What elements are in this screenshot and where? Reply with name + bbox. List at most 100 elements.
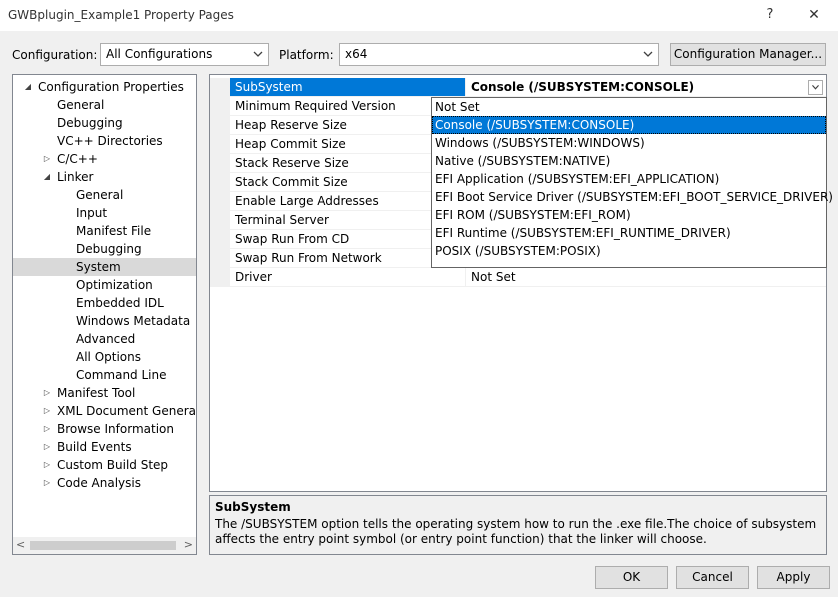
row-gutter xyxy=(210,230,230,249)
row-gutter xyxy=(210,78,230,97)
tree-node-label: Manifest Tool xyxy=(57,386,136,400)
tree-node-label: Input xyxy=(76,206,108,220)
expand-icon[interactable]: ▷ xyxy=(42,456,52,474)
tree-node[interactable]: ▷ Custom Build Step xyxy=(13,456,196,474)
collapse-icon[interactable]: ◢ xyxy=(23,78,33,96)
configuration-value: All Configurations xyxy=(106,47,213,61)
tree-node[interactable]: Debugging xyxy=(13,114,196,132)
tree-node[interactable]: General xyxy=(13,186,196,204)
chevron-down-icon[interactable] xyxy=(808,80,823,95)
tree-node[interactable]: ▷ Browse Information xyxy=(13,420,196,438)
scrollbar-thumb[interactable] xyxy=(30,541,176,550)
tree-horizontal-scrollbar[interactable]: < > xyxy=(13,537,196,554)
description-title: SubSystem xyxy=(215,500,291,514)
row-gutter xyxy=(210,173,230,192)
dropdown-option[interactable]: EFI Runtime (/SUBSYSTEM:EFI_RUNTIME_DRIV… xyxy=(432,224,826,242)
property-row[interactable]: Driver Not Set xyxy=(210,268,826,287)
scroll-left-icon[interactable]: < xyxy=(16,538,25,551)
tree-node-label: Custom Build Step xyxy=(57,458,169,472)
tree-node-label: All Options xyxy=(76,350,141,364)
expand-icon[interactable]: ▷ xyxy=(42,420,52,438)
dropdown-option[interactable]: Native (/SUBSYSTEM:NATIVE) xyxy=(432,152,826,170)
tree-node[interactable]: Command Line xyxy=(13,366,196,384)
expand-icon[interactable]: ▷ xyxy=(42,402,52,420)
window-title: GWBplugin_Example1 Property Pages xyxy=(8,8,234,22)
chevron-down-icon xyxy=(253,51,263,57)
platform-label: Platform: xyxy=(279,48,334,62)
property-value[interactable]: Not Set xyxy=(466,268,826,287)
tree-node[interactable]: System xyxy=(13,258,196,276)
property-tree[interactable]: ◢ Configuration Properties General Debuggin… xyxy=(12,74,197,555)
tree-node[interactable]: All Options xyxy=(13,348,196,366)
row-gutter xyxy=(210,116,230,135)
tree-node-label: General xyxy=(76,188,124,202)
title-bar: GWBplugin_Example1 Property Pages ? ✕ xyxy=(0,0,838,31)
expand-icon[interactable]: ▷ xyxy=(42,474,52,492)
configuration-manager-button[interactable]: Configuration Manager... xyxy=(670,43,826,66)
tree-node[interactable]: ◢ Configuration Properties xyxy=(13,78,196,96)
tree-node-label: XML Document Generator xyxy=(57,404,197,418)
tree-node[interactable]: ▷ XML Document Generator xyxy=(13,402,196,420)
description-panel: SubSystem The /SUBSYSTEM option tells th… xyxy=(209,495,827,555)
dropdown-option[interactable]: POSIX (/SUBSYSTEM:POSIX) xyxy=(432,242,826,260)
tree-node-label: VC++ Directories xyxy=(57,134,163,148)
tree-node-label: C/C++ xyxy=(57,152,98,166)
dropdown-option[interactable]: Windows (/SUBSYSTEM:WINDOWS) xyxy=(432,134,826,152)
cancel-button[interactable]: Cancel xyxy=(676,566,749,589)
ok-button[interactable]: OK xyxy=(595,566,668,589)
property-row[interactable]: SubSystem Console (/SUBSYSTEM:CONSOLE) xyxy=(210,78,826,97)
dropdown-option[interactable]: Not Set xyxy=(432,98,826,116)
tree-node-label: Command Line xyxy=(76,368,167,382)
close-button[interactable]: ✕ xyxy=(800,4,828,26)
tree-node[interactable]: ▷ C/C++ xyxy=(13,150,196,168)
platform-value: x64 xyxy=(345,47,368,61)
row-gutter xyxy=(210,211,230,230)
expand-icon[interactable]: ▷ xyxy=(42,150,52,168)
row-gutter xyxy=(210,97,230,116)
apply-button[interactable]: Apply xyxy=(757,566,830,589)
tree-node-label: Embedded IDL xyxy=(76,296,164,310)
configuration-combo[interactable]: All Configurations xyxy=(100,43,269,66)
tree-node[interactable]: ◢ Linker xyxy=(13,168,196,186)
expand-icon[interactable]: ▷ xyxy=(42,384,52,402)
dropdown-option[interactable]: EFI Application (/SUBSYSTEM:EFI_APPLICAT… xyxy=(432,170,826,188)
expand-icon[interactable]: ▷ xyxy=(42,438,52,456)
row-gutter xyxy=(210,268,230,287)
platform-combo[interactable]: x64 xyxy=(339,43,659,66)
row-gutter xyxy=(210,192,230,211)
help-button[interactable]: ? xyxy=(756,4,784,26)
tree-node[interactable]: Input xyxy=(13,204,196,222)
property-name[interactable]: SubSystem xyxy=(230,78,466,97)
tree-node-label: Linker xyxy=(57,170,94,184)
tree-node[interactable]: Advanced xyxy=(13,330,196,348)
subsystem-dropdown-list[interactable]: Not Set Console (/SUBSYSTEM:CONSOLE) Windo… xyxy=(431,97,833,268)
configuration-label: Configuration: xyxy=(12,48,98,62)
tree-node[interactable]: Manifest File xyxy=(13,222,196,240)
property-name[interactable]: Driver xyxy=(230,268,466,287)
tree-node[interactable]: Optimization xyxy=(13,276,196,294)
tree-node-label: Debugging xyxy=(76,242,142,256)
tree-node-label: Manifest File xyxy=(76,224,152,238)
scroll-right-icon[interactable]: > xyxy=(184,538,193,551)
tree-node-label: Configuration Properties xyxy=(38,80,184,94)
tree-node-label: Browse Information xyxy=(57,422,174,436)
tree-node[interactable]: Debugging xyxy=(13,240,196,258)
tree-node-label: Advanced xyxy=(76,332,136,346)
property-value[interactable]: Console (/SUBSYSTEM:CONSOLE) xyxy=(466,78,826,97)
tree-node[interactable]: VC++ Directories xyxy=(13,132,196,150)
collapse-icon[interactable]: ◢ xyxy=(42,168,52,186)
dropdown-option[interactable]: Console (/SUBSYSTEM:CONSOLE) xyxy=(432,116,826,134)
row-gutter xyxy=(210,154,230,173)
tree-node-label: Code Analysis xyxy=(57,476,141,490)
tree-node[interactable]: ▷ Code Analysis xyxy=(13,474,196,492)
row-gutter xyxy=(210,249,230,268)
tree-node[interactable]: ▷ Manifest Tool xyxy=(13,384,196,402)
dropdown-option[interactable]: EFI ROM (/SUBSYSTEM:EFI_ROM) xyxy=(432,206,826,224)
tree-node[interactable]: General xyxy=(13,96,196,114)
tree-node[interactable]: ▷ Build Events xyxy=(13,438,196,456)
tree-node[interactable]: Windows Metadata xyxy=(13,312,196,330)
tree-node[interactable]: Embedded IDL xyxy=(13,294,196,312)
dropdown-option[interactable]: EFI Boot Service Driver (/SUBSYSTEM:EFI_… xyxy=(432,188,833,206)
tree-node-label: System xyxy=(76,260,121,274)
chevron-down-icon xyxy=(643,51,653,57)
